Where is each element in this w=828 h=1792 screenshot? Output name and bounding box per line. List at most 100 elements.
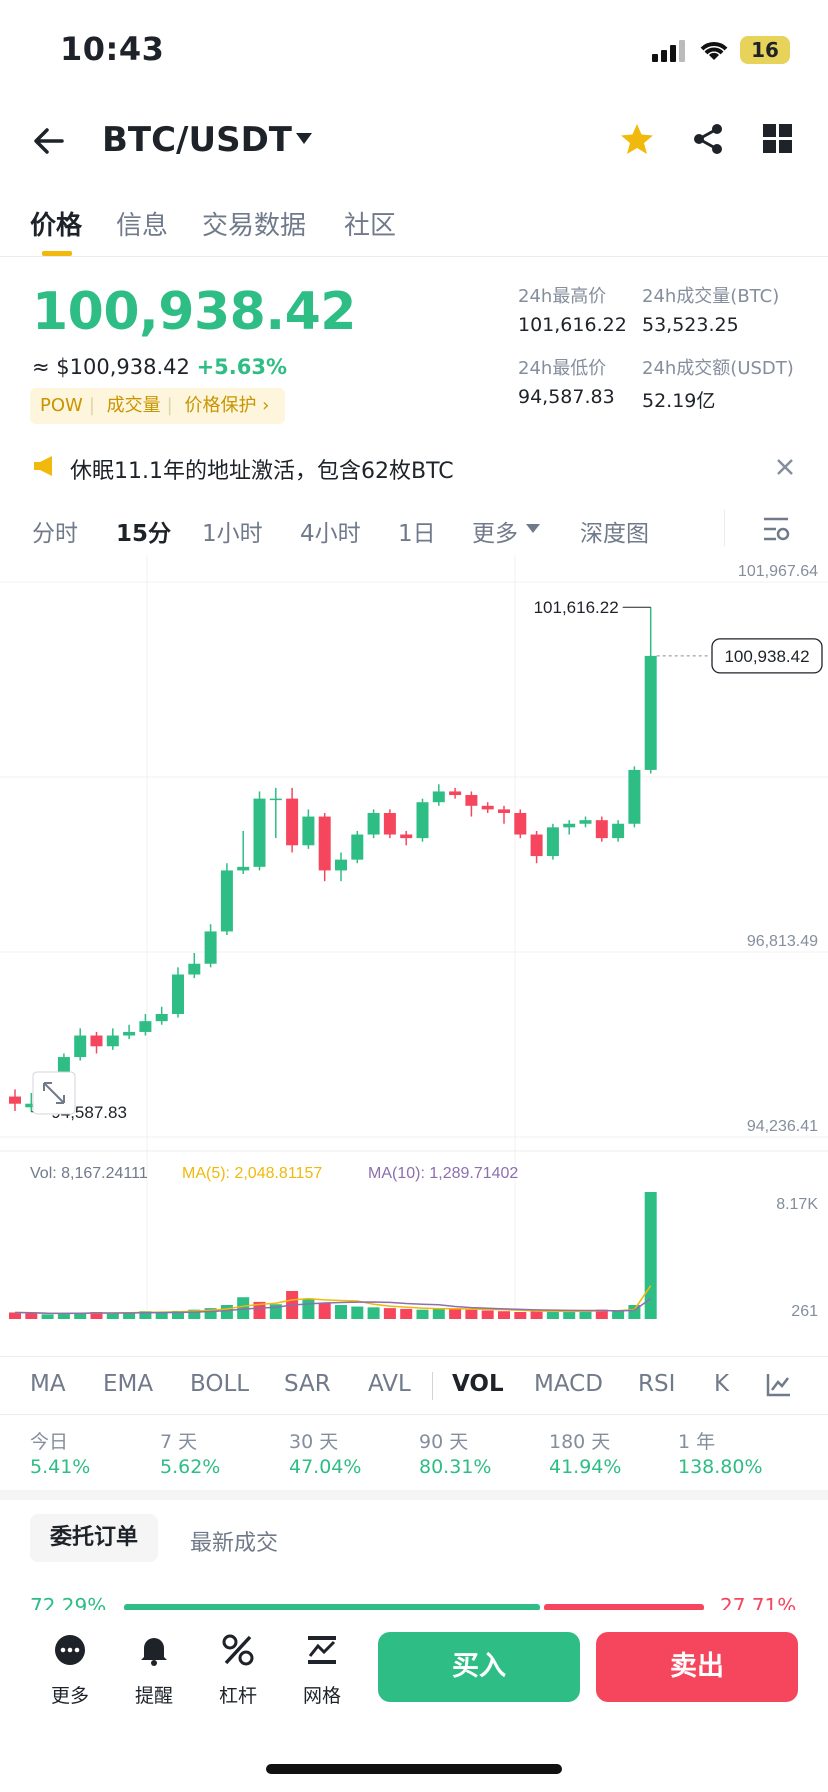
chart-settings-icon[interactable] (762, 516, 790, 542)
candle (367, 812, 380, 835)
tf-timeline[interactable]: 分时 (32, 514, 78, 548)
tf-depth[interactable]: 深度图 (580, 514, 649, 548)
ind-ema[interactable]: EMA (103, 1371, 153, 1397)
home-indicator (266, 1764, 562, 1774)
tf-1h[interactable]: 1小时 (202, 514, 263, 548)
candle (383, 812, 396, 835)
volume-bar (481, 1310, 494, 1319)
tab-price[interactable]: 价格 (30, 205, 82, 242)
volume-bar (449, 1308, 462, 1319)
price-change: +5.63% (196, 355, 288, 379)
price-axis-label: 96,813.49 (747, 933, 818, 950)
tab-latest-trades[interactable]: 最新成交 (190, 1525, 278, 1557)
vol-usdt-label: 24h成交额(USDT) (642, 358, 794, 379)
ind-boll[interactable]: BOLL (190, 1371, 249, 1397)
perf-1y-value: 138.80% (678, 1456, 763, 1478)
ind-ma[interactable]: MA (30, 1371, 66, 1397)
buy-button[interactable]: 买入 (378, 1632, 580, 1702)
candle (269, 798, 282, 801)
candle (416, 802, 429, 839)
volume-bar (106, 1313, 119, 1319)
vol-ma10-label: MA(10): 1,289.71402 (368, 1165, 518, 1182)
tag-volume: 成交量 (106, 395, 161, 416)
ind-avl[interactable]: AVL (368, 1371, 411, 1397)
ind-macd[interactable]: MACD (534, 1371, 603, 1397)
perf-90d-label: 90 天 (419, 1431, 469, 1453)
candle (498, 809, 510, 813)
grid-trading-label: 网格 (302, 1685, 341, 1707)
tab-trading-data[interactable]: 交易数据 (202, 205, 306, 242)
star-icon[interactable] (620, 123, 654, 155)
close-icon[interactable] (776, 458, 794, 476)
leverage-label: 杠杆 (218, 1685, 257, 1707)
tf-4h[interactable]: 4小时 (300, 514, 361, 548)
ind-separator (432, 1372, 433, 1400)
tab-open-orders[interactable]: 委托订单 (30, 1514, 158, 1562)
candle (432, 791, 445, 803)
bell-icon (141, 1638, 167, 1666)
volume-bar (41, 1314, 54, 1319)
tab-community[interactable]: 社区 (344, 205, 396, 242)
perf-30d-label: 30 天 (289, 1431, 339, 1453)
volume-bar (612, 1311, 625, 1319)
back-arrow-icon[interactable] (32, 126, 66, 156)
last-price-tag-text: 100,938.42 (724, 647, 809, 666)
price-tags[interactable]: POW | 成交量 | 价格保护 › (30, 388, 286, 424)
volume-bar (335, 1305, 347, 1319)
candle (172, 974, 184, 1014)
tf-more[interactable]: 更多 (472, 514, 518, 548)
volume-bar (351, 1306, 364, 1319)
more-dots-icon (55, 1635, 85, 1665)
ind-k[interactable]: K (714, 1371, 729, 1397)
tf-more-caret-icon[interactable] (526, 524, 540, 534)
candle (644, 655, 657, 770)
volume-bar (318, 1303, 331, 1319)
news-banner[interactable]: 休眠11.1年的地址激活，包含62枚BTC (30, 450, 800, 490)
volume-bar (400, 1308, 413, 1319)
volume-bar (9, 1312, 21, 1319)
indicator-chart-icon[interactable] (765, 1372, 791, 1398)
candle (74, 1035, 87, 1058)
ind-vol[interactable]: VOL (452, 1371, 504, 1397)
candle (123, 1031, 136, 1036)
ind-rsi[interactable]: RSI (638, 1371, 675, 1397)
perf-180d-label: 180 天 (549, 1431, 611, 1453)
perf-today-value: 5.41% (30, 1456, 91, 1478)
alert-label: 提醒 (134, 1685, 173, 1707)
candle (90, 1035, 103, 1047)
caret-down-icon[interactable] (296, 133, 312, 145)
sell-button[interactable]: 卖出 (596, 1632, 798, 1702)
ind-sar[interactable]: SAR (284, 1371, 331, 1397)
candle (286, 798, 299, 846)
grid-menu-icon[interactable] (763, 124, 793, 154)
candle (514, 812, 527, 835)
price-chart[interactable]: 101,967.6496,813.4994,236.41101,616.2294… (0, 555, 828, 1325)
tf-1d[interactable]: 1日 (398, 514, 436, 548)
tag-price-protect: 价格保护 › (184, 395, 270, 416)
tf-15m[interactable]: 15分 (116, 514, 171, 548)
candle (628, 769, 641, 824)
volume-bar (563, 1311, 576, 1319)
wifi-icon (700, 42, 728, 60)
time-label: 2024-12-05 03:00 (84, 1323, 210, 1325)
indicator-divider-bottom (0, 1414, 828, 1415)
vol-btc-label: 24h成交量(BTC) (642, 286, 780, 307)
low-value: 94,587.83 (518, 386, 615, 408)
share-icon[interactable] (692, 123, 724, 155)
more-button[interactable]: 更多 (46, 1634, 94, 1708)
candle (595, 820, 608, 839)
candle (335, 859, 347, 871)
pair-title[interactable]: BTC/USDT (102, 120, 292, 160)
alert-button[interactable]: 提醒 (130, 1634, 178, 1708)
volume-bar (383, 1308, 396, 1319)
leverage-button[interactable]: 杠杆 (214, 1634, 262, 1708)
news-text: 休眠11.1年的地址激活，包含62枚BTC (70, 459, 454, 484)
volume-bar (25, 1313, 38, 1319)
candle (530, 834, 543, 857)
vol-value-label: Vol: 8,167.24111 (30, 1165, 148, 1182)
tab-info[interactable]: 信息 (116, 205, 168, 242)
perf-90d-value: 80.31% (419, 1456, 492, 1478)
grid-trading-button[interactable]: 网格 (298, 1634, 346, 1708)
volume-bar (367, 1307, 380, 1319)
candle (9, 1096, 21, 1104)
